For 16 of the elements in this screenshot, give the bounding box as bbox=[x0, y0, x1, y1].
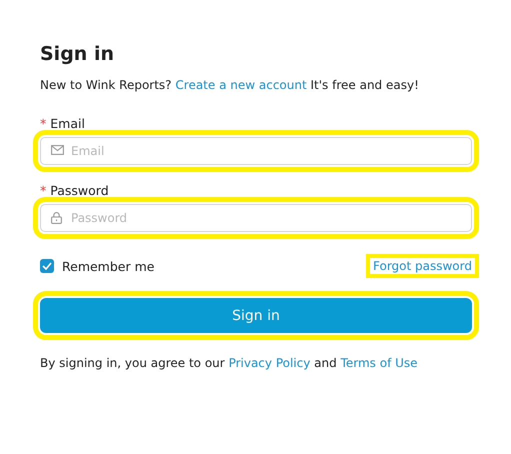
required-mark: * bbox=[40, 116, 46, 132]
page-title: Sign in bbox=[40, 42, 115, 67]
forgot-password-link[interactable]: Forgot password bbox=[366, 254, 479, 278]
field-label: Email bbox=[50, 116, 85, 132]
terms-link[interactable]: Terms of Use bbox=[340, 356, 418, 370]
terms-text: By signing in, you agree to our Privacy Policy and Terms of Use bbox=[40, 356, 419, 370]
privacy-policy-link[interactable]: Privacy Policy bbox=[228, 356, 310, 370]
mail-icon bbox=[51, 145, 64, 155]
remember-label: Remember me bbox=[62, 258, 154, 274]
create-account-link[interactable]: Create a new account bbox=[175, 78, 307, 92]
remember-checkbox[interactable] bbox=[40, 259, 54, 273]
intro-text: New to Wink Reports? Create a new account It's free and easy! bbox=[40, 77, 420, 94]
sign-in-button[interactable]: Sign in bbox=[40, 298, 472, 333]
required-mark: * bbox=[40, 183, 46, 199]
field-label: Password bbox=[50, 183, 109, 199]
lock-icon bbox=[51, 212, 62, 224]
